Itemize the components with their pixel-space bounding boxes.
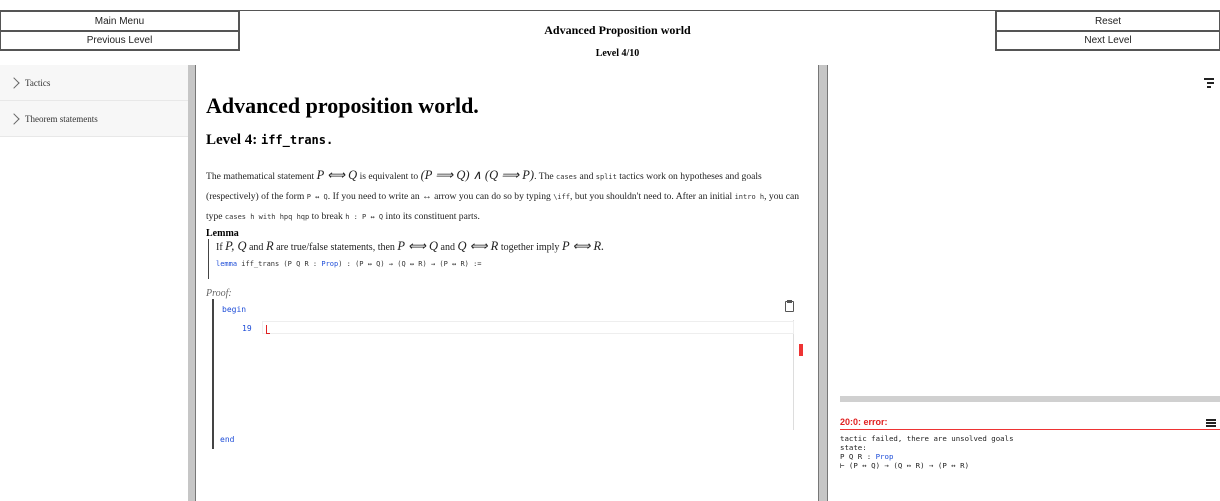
desc-math: P ⟺ Q [316, 168, 358, 182]
desc-code: \iff [553, 193, 571, 201]
lemma-math: P, Q [225, 239, 247, 253]
sidebar-splitter[interactable] [188, 65, 196, 501]
lemma-text: and [246, 242, 266, 253]
desc-math: (P ⟹ Q) ∧ (Q ⟹ P) [420, 168, 535, 182]
main-menu-button[interactable]: Main Menu [0, 11, 240, 31]
desc-text: . If you need to write an ↔ arrow you ca… [327, 191, 554, 202]
end-keyword: end [220, 435, 235, 444]
lemma-code-text: ) : (P ↔ Q) → (Q ↔ R) → (P ↔ R) := [338, 260, 482, 268]
sidebar-item-theorem-statements[interactable]: Theorem statements [0, 101, 188, 137]
lemma-math: P ⟺ R. [561, 239, 605, 253]
world-title: Advanced Proposition world [544, 23, 691, 37]
error-line: tactic failed, there are unsolved goals [840, 434, 1014, 443]
begin-keyword: begin [222, 305, 247, 314]
error-line: state: [840, 443, 867, 452]
desc-code: split [595, 173, 617, 181]
lemma-code: lemma iff_trans (P Q R : Prop) : (P ↔ Q)… [216, 260, 798, 268]
text-cursor [266, 325, 270, 334]
page-heading: Advanced proposition world. [206, 93, 479, 118]
lemma-math: R [265, 239, 274, 253]
error-type: Prop [875, 452, 894, 461]
lemma-statement: If P, Q and R are true/false statements,… [216, 239, 798, 255]
previous-level-button[interactable]: Previous Level [0, 31, 240, 51]
desc-text: and [577, 171, 596, 182]
clipboard-icon[interactable] [785, 300, 794, 312]
desc-code: cases [556, 173, 578, 181]
error-message: tactic failed, there are unsolved goals … [840, 434, 1014, 470]
chevron-right-icon [8, 76, 20, 89]
lemma-text: are true/false statements, then [273, 242, 398, 253]
chevron-right-icon [8, 112, 20, 125]
lemma-math: Q ⟺ R [457, 239, 499, 253]
level-indicator: Level 4/10 [595, 48, 640, 59]
desc-text: into its constituent parts. [383, 211, 480, 222]
error-marker [799, 344, 803, 356]
error-goal: ⊢ (P ↔ Q) → (Q ↔ R) → (P ↔ R) [840, 461, 970, 470]
desc-text: to break [309, 211, 346, 222]
editor-current-line[interactable] [262, 321, 794, 334]
desc-code: h : P ↔ Q [345, 213, 384, 221]
messages-separator[interactable] [840, 396, 1220, 402]
sidebar-item-tactics[interactable]: Tactics [0, 65, 188, 101]
lemma-type: Prop [321, 260, 339, 268]
error-line: P Q R : [840, 452, 876, 461]
sidebar-item-label: Tactics [25, 77, 51, 88]
infoview-splitter[interactable] [818, 65, 828, 501]
lemma-code-text: iff_trans (P Q R : [237, 260, 322, 268]
next-level-button[interactable]: Next Level [995, 31, 1220, 51]
filter-icon[interactable] [1204, 78, 1214, 88]
desc-text: The mathematical statement [206, 171, 317, 182]
infoview-panel: 20:0: error: tactic failed, there are un… [828, 65, 1220, 501]
lemma-text: If [216, 242, 226, 253]
desc-code: P ↔ Q [306, 193, 328, 201]
level-heading: Level 4: iff_trans. [206, 132, 333, 149]
desc-code: cases h with hpq hqp [224, 213, 310, 221]
lemma-box: If P, Q and R are true/false statements,… [208, 239, 798, 279]
sidebar-item-label: Theorem statements [25, 113, 98, 124]
sidebar: Tactics Theorem statements [0, 65, 188, 501]
lemma-text: together imply [498, 242, 562, 253]
line-number: 19 [242, 324, 252, 333]
desc-text: is equivalent to [357, 171, 421, 182]
proof-editor[interactable]: 19 [222, 320, 803, 430]
desc-code: intro h [734, 193, 765, 201]
proof-end-bar [212, 431, 214, 445]
desc-text: , but you shouldn't need to. After an in… [570, 191, 735, 202]
error-title: 20:0: error: [840, 417, 888, 427]
reset-button[interactable]: Reset [995, 11, 1220, 31]
list-icon[interactable] [1206, 419, 1216, 428]
proof-label: Proof: [206, 288, 232, 299]
level-name: iff_trans. [260, 133, 334, 147]
level-content: Advanced proposition world. Level 4: iff… [196, 65, 818, 501]
lemma-keyword: lemma [216, 260, 238, 268]
level-description: The mathematical statement P ⟺ Q is equi… [206, 165, 806, 227]
desc-text: . The [534, 171, 557, 182]
lemma-text: and [438, 242, 458, 253]
lemma-math: P ⟺ Q [397, 239, 439, 253]
lemma-title: Lemma [206, 228, 239, 239]
level-heading-prefix: Level 4: [206, 132, 261, 148]
error-header: 20:0: error: [840, 417, 1220, 430]
proof-box: begin 19 [212, 299, 803, 449]
